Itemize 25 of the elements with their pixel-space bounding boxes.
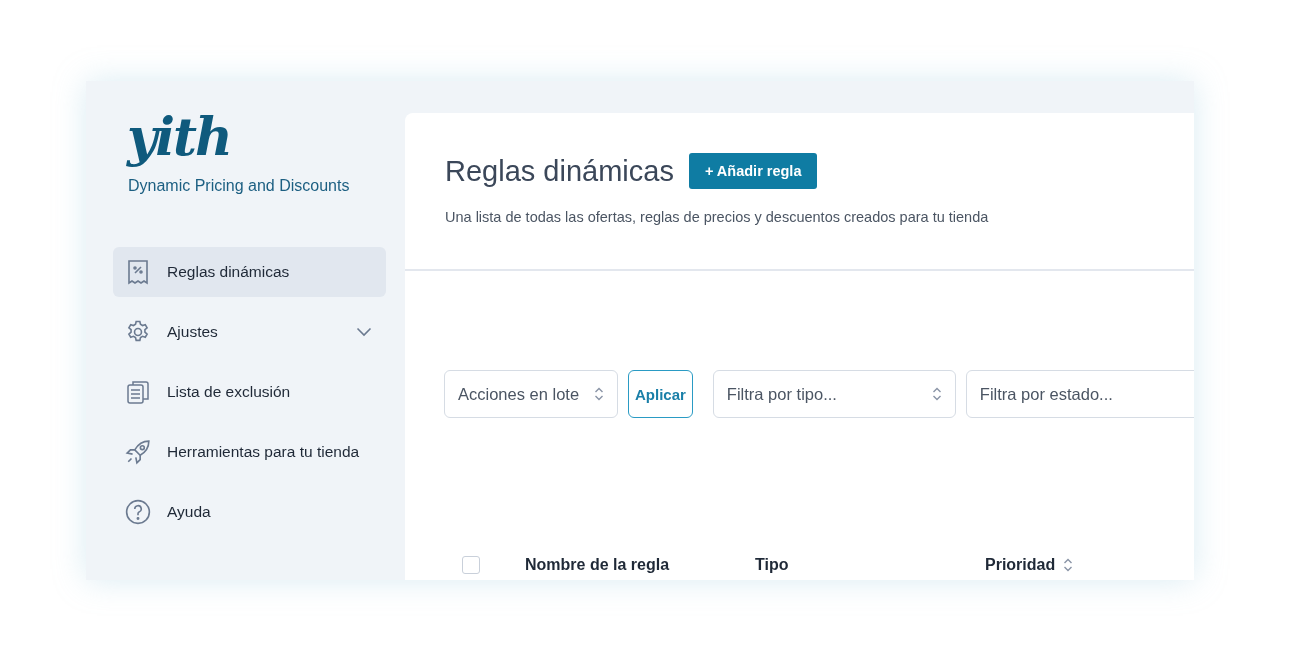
select-field[interactable]: Filtra por estado...: [965, 370, 1194, 418]
clipboard-list-icon: [125, 379, 151, 405]
sidebar-item[interactable]: Ajustes: [113, 307, 386, 357]
receipt-percent-icon: [125, 259, 151, 285]
select-field[interactable]: Filtra por tipo...: [712, 370, 956, 418]
column-header: Tipo: [755, 556, 789, 574]
sort-arrows-icon: [931, 386, 942, 402]
column-header[interactable]: Prioridad: [985, 556, 1056, 574]
sidebar-item[interactable]: Lista de exclusión: [113, 367, 386, 417]
apply-button[interactable]: Aplicar: [628, 370, 693, 418]
sidebar-item[interactable]: Ayuda: [113, 487, 386, 537]
select-all-checkbox[interactable]: [462, 556, 480, 574]
sidebar-item[interactable]: Reglas dinámicas: [113, 247, 386, 297]
product-name: Dynamic Pricing and Discounts: [128, 177, 351, 195]
rocket-icon: [125, 439, 151, 465]
add-rule-button[interactable]: + Añadir regla: [688, 153, 818, 189]
page-description: Una lista de todas las ofertas, reglas de precios y descuentos creados para tu tienda: [445, 209, 990, 225]
help-icon: [125, 499, 151, 525]
sidebar-item[interactable]: Herramientas para tu tienda: [113, 427, 386, 477]
sort-arrows-icon: [594, 386, 604, 402]
page-title: Reglas dinámicas: [445, 154, 674, 188]
chevron-down-icon: [356, 327, 372, 337]
sort-arrows-icon: [1063, 557, 1074, 573]
column-header: Nombre de la regla: [525, 556, 670, 574]
select-field[interactable]: Acciones en lote: [444, 370, 618, 418]
